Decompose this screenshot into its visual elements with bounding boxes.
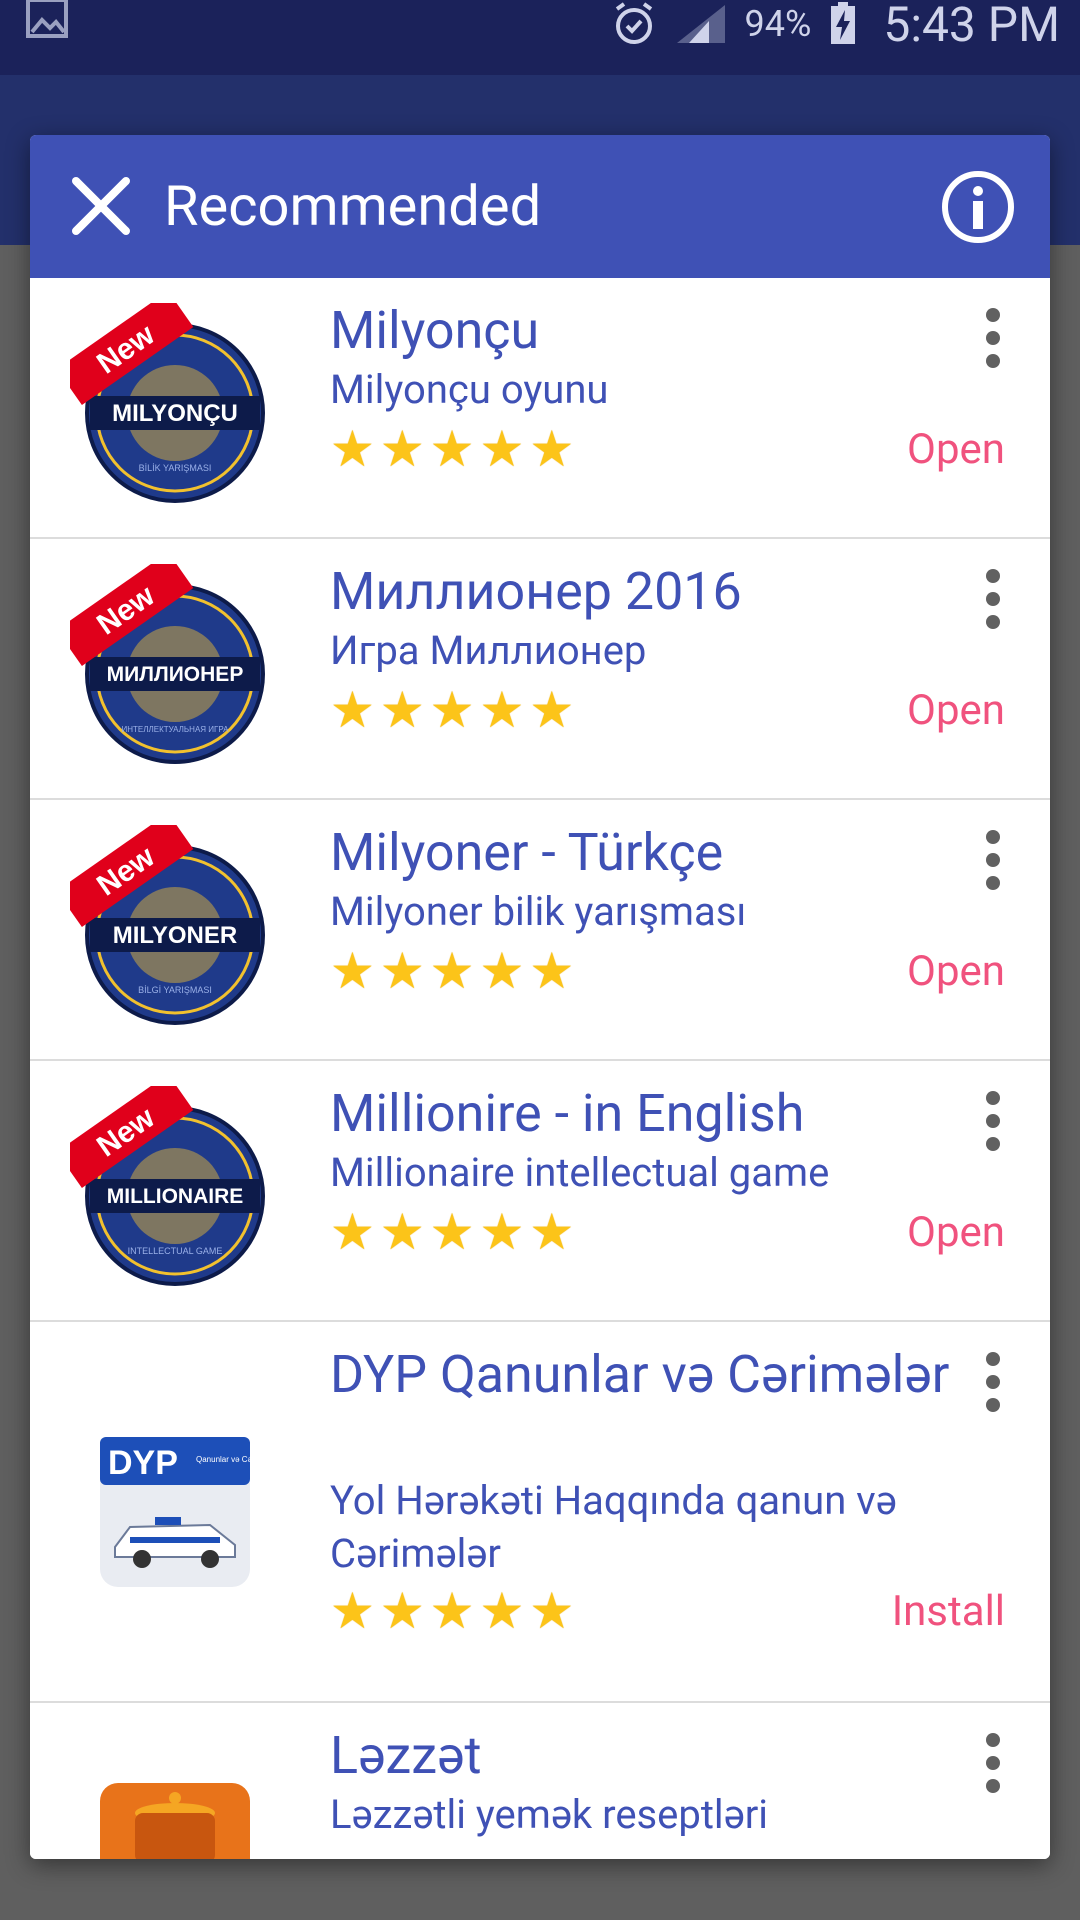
list-item[interactable]: MILYONÇU BİLİK YARIŞMASI New Milyonçu Mi… (30, 278, 1050, 539)
star-icon: ★ (379, 682, 425, 740)
star-icon: ★ (429, 421, 475, 479)
star-icon: ★ (529, 421, 575, 479)
star-icon: ★ (479, 421, 525, 479)
more-options-icon[interactable] (981, 1733, 1005, 1793)
app-icon (100, 1783, 250, 1859)
rating-stars: ★ ★ ★ ★ ★ (330, 686, 574, 736)
more-options-icon[interactable] (981, 1091, 1005, 1151)
open-button[interactable]: Open (907, 1208, 1005, 1258)
app-icon: DYP Qanunlar və Cərimələr (100, 1437, 277, 1587)
app-title: Ləzzət (330, 1725, 482, 1786)
star-icon: ★ (529, 943, 575, 1001)
logo-text: МИЛЛИОНЕР (107, 663, 244, 686)
star-icon: ★ (330, 943, 375, 1001)
list-item[interactable]: MILLIONAIRE INTELLECTUAL GAME New Millio… (30, 1061, 1050, 1322)
app-icon: MILLIONAIRE INTELLECTUAL GAME New (70, 1086, 265, 1286)
rating-stars: ★ ★ ★ ★ ★ (330, 1208, 574, 1258)
list-item[interactable]: Ləzzət Ləzzətli yemək reseptləri (30, 1703, 1050, 1859)
status-icons: 94% 5:43 PM (611, 0, 1060, 53)
open-button[interactable]: Open (907, 947, 1005, 997)
star-icon: ★ (429, 682, 475, 740)
clock: 5:43 PM (883, 0, 1060, 53)
logo-subtext: INTELLECTUAL GAME (128, 1246, 223, 1256)
star-icon: ★ (429, 1583, 475, 1641)
star-icon: ★ (479, 1583, 525, 1641)
list-item[interactable]: МИЛЛИОНЕР ИНТЕЛЛЕКТУАЛЬНАЯ ИГРА New Милл… (30, 539, 1050, 800)
star-icon: ★ (330, 1204, 375, 1262)
app-icon: МИЛЛИОНЕР ИНТЕЛЛЕКТУАЛЬНАЯ ИГРА New (70, 564, 265, 764)
gallery-icon (26, 0, 68, 38)
star-icon: ★ (379, 1204, 425, 1262)
star-icon: ★ (379, 1583, 425, 1641)
logo-text: MILLIONAIRE (107, 1185, 244, 1208)
close-icon[interactable] (68, 173, 134, 239)
more-options-icon[interactable] (981, 308, 1005, 368)
info-icon[interactable] (940, 169, 1016, 245)
rating-stars: ★ ★ ★ ★ ★ (330, 947, 574, 997)
app-list: MILYONÇU BİLİK YARIŞMASI New Milyonçu Mi… (30, 278, 1050, 1859)
app-title: Milyoner - Türkçe (330, 822, 724, 883)
star-icon: ★ (330, 1583, 375, 1641)
app-icon: MILYONER BİLGİ YARIŞMASI New (70, 825, 265, 1025)
star-icon: ★ (379, 421, 425, 479)
app-subtitle: Milyoner bilik yarışması (330, 888, 747, 935)
star-icon: ★ (479, 682, 525, 740)
star-icon: ★ (479, 1204, 525, 1262)
star-icon: ★ (429, 943, 475, 1001)
logo-subtext: BİLİK YARIŞMASI (139, 463, 212, 473)
install-button[interactable]: Install (892, 1587, 1005, 1637)
app-subtitle: Игра Миллионер (330, 627, 647, 674)
app-title: DYP Qanunlar və Cərimələr (330, 1344, 950, 1405)
more-options-icon[interactable] (981, 569, 1005, 629)
list-item[interactable]: DYP Qanunlar və Cərimələr DYP Qanunlar v… (30, 1322, 1050, 1703)
star-icon: ★ (529, 682, 575, 740)
battery-percentage: 94% (744, 3, 812, 45)
app-title: Milyonçu (330, 300, 540, 361)
star-icon: ★ (379, 943, 425, 1001)
app-subtitle: Milyonçu oyunu (330, 366, 609, 413)
battery-charging-icon (831, 2, 856, 44)
star-icon: ★ (529, 1204, 575, 1262)
rating-stars: ★ ★ ★ ★ ★ (330, 425, 574, 475)
app-subtitle: Ləzzətli yemək reseptləri (330, 1791, 769, 1838)
more-options-icon[interactable] (981, 1352, 1005, 1412)
rating-stars: ★ ★ ★ ★ ★ (330, 1587, 574, 1637)
logo-subtext: Qanunlar və Cərimələr (196, 1455, 277, 1464)
list-item[interactable]: MILYONER BİLGİ YARIŞMASI New Milyoner - … (30, 800, 1050, 1061)
logo-text: MILYONÇU (112, 400, 238, 427)
more-options-icon[interactable] (981, 830, 1005, 890)
star-icon: ★ (429, 1204, 475, 1262)
dialog-header: Recommended (30, 135, 1050, 278)
star-icon: ★ (479, 943, 525, 1001)
app-subtitle: Millionaire intellectual game (330, 1149, 830, 1196)
app-title: Millionire - in English (330, 1083, 805, 1144)
recommended-dialog: Recommended MILYONÇU BİLİK YARIŞMASI New (30, 135, 1050, 1859)
logo-text: MILYONER (113, 922, 237, 949)
logo-text: DYP (108, 1444, 178, 1482)
logo-subtext: BİLGİ YARIŞMASI (138, 985, 212, 995)
open-button[interactable]: Open (907, 425, 1005, 475)
star-icon: ★ (330, 421, 375, 479)
app-icon: MILYONÇU BİLİK YARIŞMASI New (70, 303, 265, 503)
open-button[interactable]: Open (907, 686, 1005, 736)
dialog-title: Recommended (164, 173, 542, 239)
app-subtitle: Yol Hərəkəti Haqqında qanun və Cərimələr (330, 1477, 897, 1577)
app-title: Миллионер 2016 (330, 561, 742, 622)
status-bar: 94% 5:43 PM (0, 0, 1080, 75)
star-icon: ★ (330, 682, 375, 740)
signal-icon (676, 5, 725, 43)
star-icon: ★ (529, 1583, 575, 1641)
alarm-icon (615, 2, 652, 44)
logo-subtext: ИНТЕЛЛЕКТУАЛЬНАЯ ИГРА (121, 725, 229, 734)
